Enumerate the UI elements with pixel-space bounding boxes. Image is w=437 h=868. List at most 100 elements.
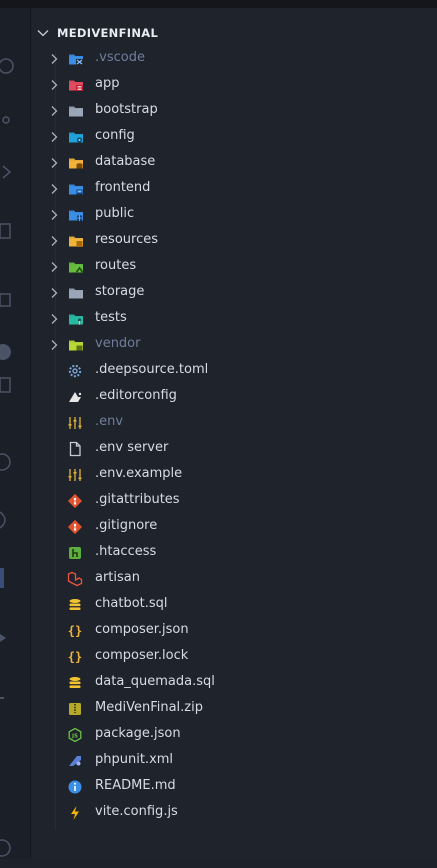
file-item[interactable]: .editorconfig [31, 384, 437, 410]
source-control-icon[interactable] [0, 106, 30, 136]
file-label: artisan [95, 570, 140, 585]
vendor-folder-icon [69, 340, 83, 351]
folder-label: config [95, 128, 135, 143]
file-item[interactable]: JS package.json [31, 722, 437, 748]
chevron-right-icon [51, 54, 58, 64]
vscode-folder-icon [69, 54, 83, 65]
folder-item[interactable]: storage [31, 280, 437, 306]
chevron-right-icon [51, 236, 58, 246]
folder-label: public [95, 206, 135, 221]
file-label: composer.lock [95, 648, 189, 663]
git-icon [67, 519, 83, 535]
file-label: .gitattributes [95, 492, 180, 507]
account-icon[interactable] [0, 338, 30, 368]
app-folder-icon [69, 80, 83, 91]
folder-item[interactable]: routes [31, 254, 437, 280]
chevron-right-icon [51, 262, 58, 272]
explorer-root-folder[interactable]: MEDIVENFINAL [31, 22, 437, 44]
title-bar-strip [0, 0, 437, 8]
file-item[interactable]: .gitignore [31, 514, 437, 540]
file-item[interactable]: {} composer.json [31, 618, 437, 644]
folder-label: .vscode [95, 50, 145, 65]
file-item[interactable]: {} composer.lock [31, 644, 437, 670]
zip-icon [69, 703, 81, 715]
routes-folder-icon [69, 262, 84, 273]
file-label: composer.json [95, 622, 189, 637]
folder-label: tests [95, 310, 127, 325]
file-label: chatbot.sql [95, 596, 168, 611]
file-label: .editorconfig [95, 388, 177, 403]
file-item[interactable]: .env.example [31, 462, 437, 488]
braces-icon: {} [68, 624, 82, 638]
folder-item[interactable]: app [31, 72, 437, 98]
file-label: phpunit.xml [95, 752, 174, 767]
chevron-right-icon [51, 132, 58, 142]
file-item[interactable]: MediVenFinal.zip [31, 696, 437, 722]
activity-bar [0, 8, 31, 859]
chevron-right-icon [51, 288, 58, 298]
svg-text:{}: {} [68, 624, 82, 638]
braces-icon: {} [68, 650, 82, 664]
explorer-panel: MEDIVENFINAL .vscode app bootstrap config da… [31, 8, 437, 859]
info-icon [68, 780, 82, 794]
phpunit-icon [69, 756, 81, 766]
folder-item[interactable]: public [31, 202, 437, 228]
search-icon[interactable] [0, 52, 30, 82]
folder-item[interactable]: config [31, 124, 437, 150]
chevron-right-icon [51, 184, 58, 194]
folder-item[interactable]: vendor [31, 332, 437, 358]
chevron-right-icon [51, 80, 58, 90]
remote-explorer-icon[interactable] [0, 286, 30, 316]
file-item[interactable]: .htaccess [31, 540, 437, 566]
file-item[interactable]: .env [31, 410, 437, 436]
folder-item[interactable]: frontend [31, 176, 437, 202]
folder-item[interactable]: .vscode [31, 46, 437, 72]
run-debug-icon[interactable] [0, 158, 30, 188]
chevron-down-icon [37, 30, 49, 37]
folder-label: database [95, 154, 156, 169]
timeline-icon[interactable] [0, 448, 30, 478]
file-item[interactable]: phpunit.xml [31, 748, 437, 774]
config-folder-icon [69, 132, 83, 143]
panel-icon[interactable] [0, 564, 30, 594]
folder-label: routes [95, 258, 137, 273]
database-folder-icon [69, 158, 83, 169]
chevron-right-icon [51, 340, 58, 350]
file-item[interactable]: .env server [31, 436, 437, 462]
folder-item[interactable]: resources [31, 228, 437, 254]
file-item[interactable]: data_quemada.sql [31, 670, 437, 696]
tests-folder-icon [69, 314, 83, 325]
file-label: .htaccess [95, 544, 157, 559]
dot-icon[interactable] [0, 684, 30, 714]
resources-folder-icon [69, 236, 83, 247]
folder-item[interactable]: database [31, 150, 437, 176]
folder-icon [69, 288, 83, 299]
file-outline-icon [69, 441, 81, 457]
file-item[interactable]: chatbot.sql [31, 592, 437, 618]
live-share-icon[interactable] [0, 506, 30, 536]
folder-label: resources [95, 232, 159, 247]
file-item[interactable]: .deepsource.toml [31, 358, 437, 384]
folder-item[interactable]: bootstrap [31, 98, 437, 124]
folder-item[interactable]: tests [31, 306, 437, 332]
file-item[interactable]: artisan [31, 566, 437, 592]
nodejs-icon: JS [68, 727, 82, 743]
file-item[interactable]: README.md [31, 774, 437, 800]
extensions-icon[interactable] [0, 218, 30, 248]
chevron-right-icon [51, 210, 58, 220]
file-item[interactable]: vite.config.js [31, 800, 437, 826]
arrow-icon[interactable] [0, 624, 30, 654]
laravel-icon [67, 571, 83, 587]
file-label: .env.example [95, 466, 183, 481]
database-icon [69, 599, 81, 610]
file-label: vite.config.js [95, 804, 178, 819]
settings-icon[interactable] [0, 834, 30, 864]
file-label: .env server [95, 440, 169, 455]
folder-icon [69, 106, 83, 117]
file-item[interactable]: .gitattributes [31, 488, 437, 514]
docker-icon[interactable] [0, 370, 30, 400]
folder-label: vendor [95, 336, 141, 351]
htaccess-icon [69, 547, 81, 559]
chevron-right-icon [51, 158, 58, 168]
file-label: README.md [95, 778, 176, 793]
